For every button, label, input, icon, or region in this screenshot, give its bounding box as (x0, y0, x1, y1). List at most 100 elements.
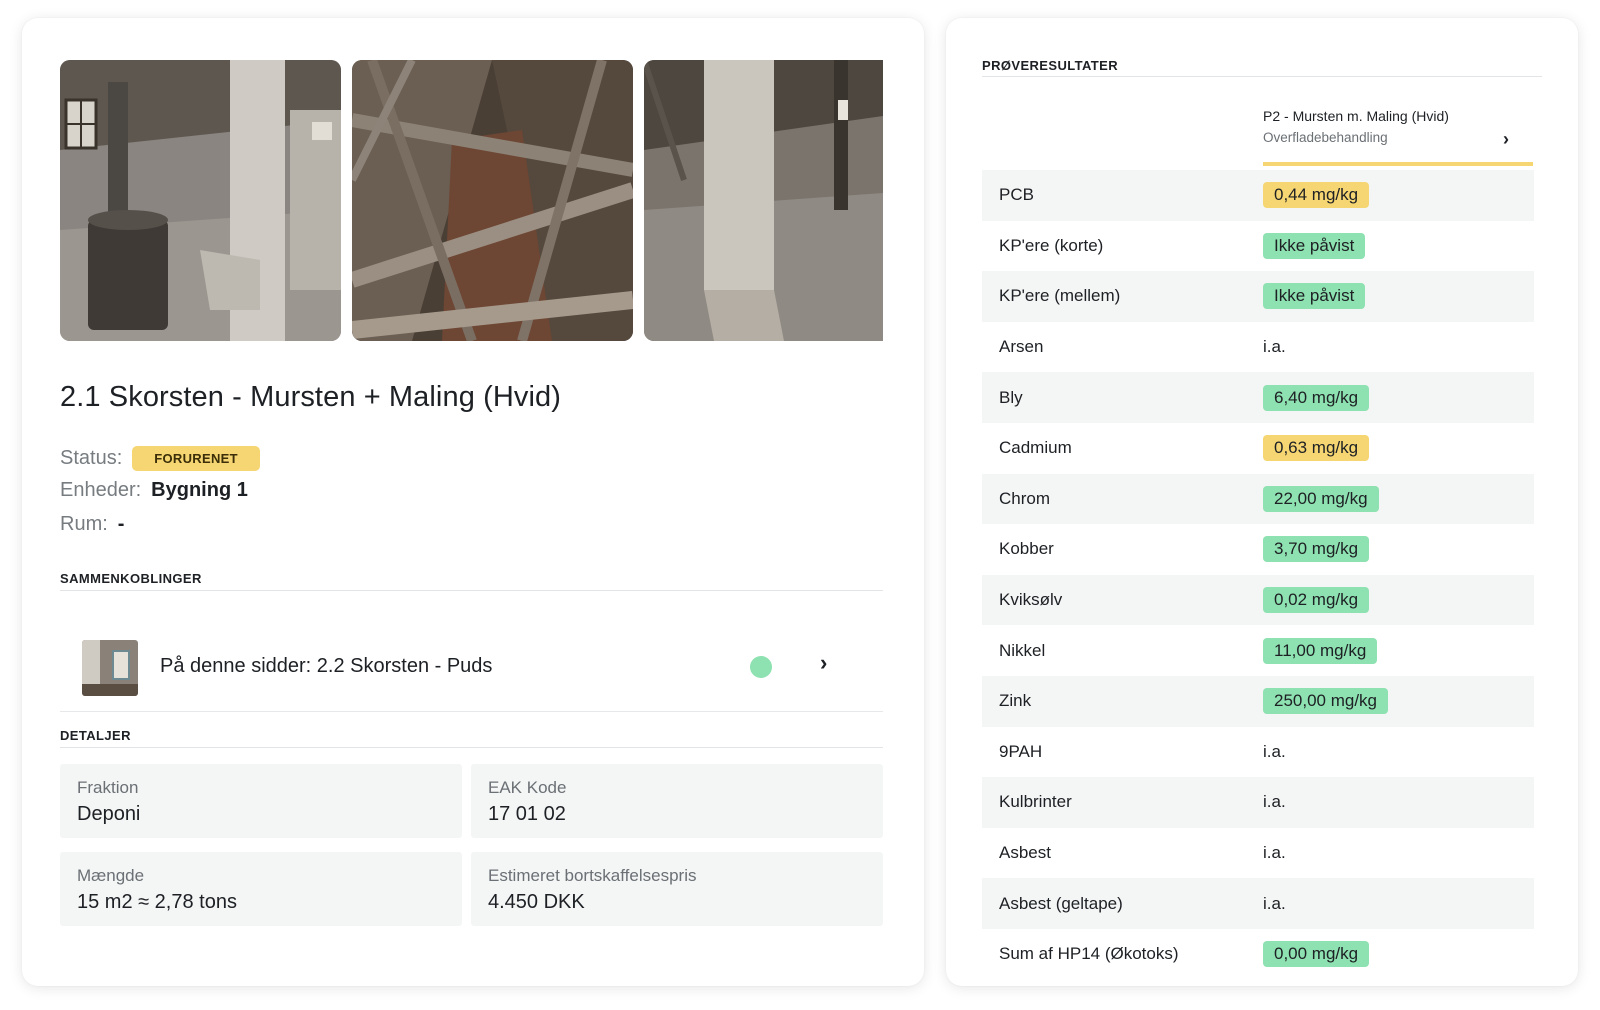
result-value-cell: 11,00 mg/kg (1263, 637, 1378, 664)
linked-item-row[interactable]: På denne sidder: 2.2 Skorsten - Puds › (60, 622, 883, 712)
result-row: KP'ere (mellem) Ikke påvist (982, 271, 1534, 322)
detail-value: Deponi (77, 803, 141, 825)
detail-eak-kode: EAK Kode 17 01 02 (471, 764, 883, 838)
result-value-badge: 11,00 mg/kg (1263, 637, 1378, 664)
result-row: Sum af HP14 (Økotoks) 0,00 mg/kg (982, 929, 1534, 980)
result-name: 9PAH (999, 741, 1043, 761)
result-row: 9PAH i.a. (982, 727, 1534, 778)
result-value-cell: 250,00 mg/kg (1263, 688, 1389, 715)
result-row: Bly 6,40 mg/kg (982, 372, 1534, 423)
photo-gallery[interactable] (60, 60, 883, 341)
result-value-cell: i.a. (1263, 894, 1286, 914)
result-name: KP'ere (mellem) (999, 286, 1121, 306)
detail-label: Estimeret bortskaffelsespris (488, 866, 697, 885)
result-row: PCB 0,44 mg/kg (982, 170, 1534, 221)
result-value: i.a. (1263, 792, 1286, 812)
result-value-badge: 250,00 mg/kg (1263, 688, 1389, 715)
detail-maengde: Mængde 15 m2 ≈ 2,78 tons (60, 852, 462, 926)
result-name: PCB (999, 185, 1034, 205)
result-row: Kulbrinter i.a. (982, 777, 1534, 828)
page-title: 2.1 Skorsten - Mursten + Maling (Hvid) (60, 381, 562, 413)
links-section-title: SAMMENKOBLINGER (60, 571, 202, 586)
result-value-cell: i.a. (1263, 337, 1286, 357)
photo-thumbnail[interactable] (352, 60, 633, 341)
sample-subtitle: Overfladebehandling (1263, 130, 1388, 145)
result-name: Zink (999, 691, 1032, 711)
result-value-cell: i.a. (1263, 792, 1286, 812)
result-value-cell: 22,00 mg/kg (1263, 485, 1379, 512)
detail-label: Mængde (77, 866, 145, 885)
sample-column-header[interactable]: P2 - Mursten m. Maling (Hvid) Overfladeb… (1263, 106, 1533, 166)
result-name: Kobber (999, 539, 1054, 559)
result-value: i.a. (1263, 843, 1286, 863)
result-value-badge: 6,40 mg/kg (1263, 384, 1370, 411)
detail-fraktion: Fraktion Deponi (60, 764, 462, 838)
detail-value: 17 01 02 (488, 803, 566, 825)
details-section-title: DETALJER (60, 728, 131, 743)
result-row: Arsen i.a. (982, 322, 1534, 373)
enheder-row: Enheder: Bygning 1 (60, 479, 248, 502)
result-name: Sum af HP14 (Økotoks) (999, 944, 1179, 964)
result-name: Nikkel (999, 640, 1046, 660)
linked-item-label: På denne sidder: 2.2 Skorsten - Puds (160, 655, 493, 677)
detail-value: 4.450 DKK (488, 891, 585, 913)
result-row: Asbest i.a. (982, 828, 1534, 879)
detail-value: 15 m2 ≈ 2,78 tons (77, 891, 237, 913)
result-row: Chrom 22,00 mg/kg (982, 473, 1534, 525)
result-name: KP'ere (korte) (999, 235, 1104, 255)
result-value: i.a. (1263, 337, 1286, 357)
test-results-card: PRØVERESULTATER P2 - Mursten m. Maling (… (946, 18, 1578, 986)
divider (60, 590, 883, 591)
result-value-cell: i.a. (1263, 742, 1286, 762)
photo-thumbnail[interactable] (644, 60, 883, 341)
result-value-badge: 0,02 mg/kg (1263, 587, 1370, 614)
status-dot (750, 656, 772, 678)
enheder-value: Bygning 1 (151, 479, 248, 501)
chevron-right-icon[interactable]: › (1503, 129, 1509, 150)
result-value-badge: 0,63 mg/kg (1263, 435, 1370, 462)
result-name: Arsen (999, 337, 1044, 357)
result-name: Asbest (geltape) (999, 893, 1123, 913)
result-name: Asbest (999, 843, 1051, 863)
enheder-label: Enheder: (60, 479, 142, 501)
photo-thumbnail[interactable] (60, 60, 341, 341)
detail-label: Fraktion (77, 778, 139, 797)
results-table: PCB 0,44 mg/kg KP'ere (korte) Ikke påvist KP… (982, 170, 1534, 980)
result-name: Bly (999, 387, 1023, 407)
detail-bortskaffelsespris: Estimeret bortskaffelsespris 4.450 DKK (471, 852, 883, 926)
result-value-cell: 3,70 mg/kg (1263, 536, 1370, 563)
status-row: Status: FORURENET (60, 446, 260, 471)
result-value-cell: 0,44 mg/kg (1263, 182, 1370, 209)
item-detail-card: 2.1 Skorsten - Mursten + Maling (Hvid) S… (22, 18, 924, 986)
result-row: Cadmium 0,63 mg/kg (982, 423, 1534, 474)
result-row: Zink 250,00 mg/kg (982, 675, 1534, 727)
result-row: Asbest (geltape) i.a. (982, 878, 1534, 929)
chevron-right-icon[interactable]: › (820, 650, 827, 676)
linked-item-thumbnail (82, 640, 138, 696)
result-value-badge: 3,70 mg/kg (1263, 536, 1370, 563)
result-value-badge: 22,00 mg/kg (1263, 485, 1379, 512)
result-row: Kviksølv 0,02 mg/kg (982, 574, 1534, 626)
result-row: Nikkel 11,00 mg/kg (982, 625, 1534, 676)
result-value-badge: 0,00 mg/kg (1263, 941, 1370, 968)
detail-label: EAK Kode (488, 778, 567, 797)
sample-title: P2 - Mursten m. Maling (Hvid) (1263, 108, 1449, 124)
result-value-cell: Ikke påvist (1263, 232, 1366, 259)
results-section-title: PRØVERESULTATER (982, 58, 1119, 73)
result-name: Kulbrinter (999, 792, 1072, 812)
result-value-badge: 0,44 mg/kg (1263, 182, 1370, 209)
result-name: Kviksølv (999, 590, 1063, 610)
result-value: i.a. (1263, 893, 1286, 913)
result-value-cell: 0,00 mg/kg (1263, 941, 1370, 968)
status-label: Status: (60, 447, 123, 469)
result-row: Kobber 3,70 mg/kg (982, 524, 1534, 575)
result-value-badge: Ikke påvist (1263, 232, 1366, 259)
rum-label: Rum: (60, 513, 108, 535)
result-value-cell: i.a. (1263, 843, 1286, 863)
result-value-cell: Ikke påvist (1263, 283, 1366, 310)
result-value-badge: Ikke påvist (1263, 283, 1366, 310)
result-name: Chrom (999, 488, 1051, 508)
result-value-cell: 0,02 mg/kg (1263, 587, 1370, 614)
result-value-cell: 0,63 mg/kg (1263, 435, 1370, 462)
result-name: Cadmium (999, 438, 1072, 458)
